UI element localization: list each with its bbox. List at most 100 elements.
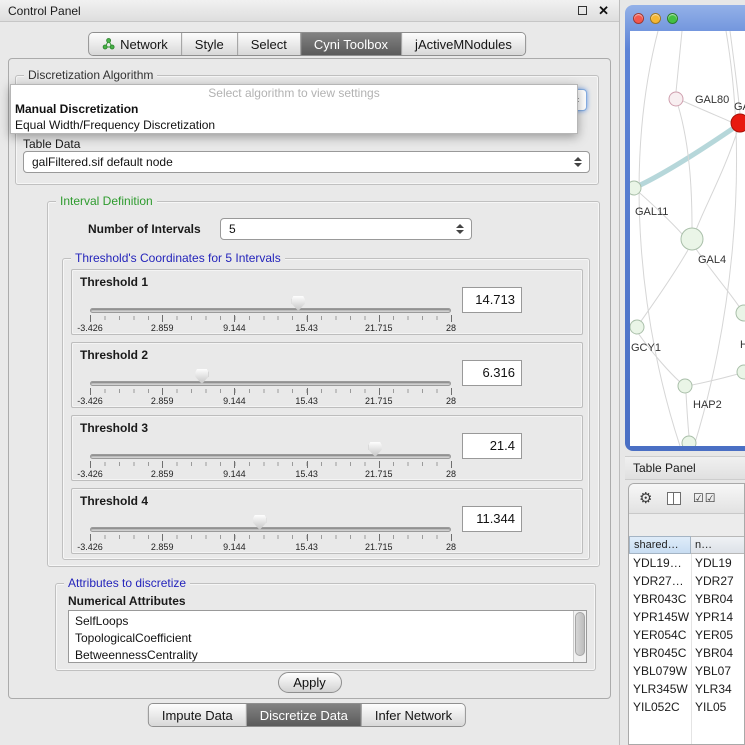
table-header-row: shared… n… xyxy=(629,536,745,554)
bottom-tab-bar: Impute Data Discretize Data Infer Networ… xyxy=(148,703,466,727)
table-cell-name[interactable]: YER05 xyxy=(691,626,745,644)
dropdown-option-manual-discretization[interactable]: Manual Discretization xyxy=(11,101,577,117)
dropdown-option-equal-width-frequency[interactable]: Equal Width/Frequency Discretization xyxy=(11,117,577,133)
table-row[interactable]: YBL079WYBL07 xyxy=(629,662,744,680)
tab-jactivemnodules[interactable]: jActiveMNodules xyxy=(401,33,525,55)
zoom-traffic-light-icon[interactable] xyxy=(667,13,678,24)
attribute-list-item[interactable]: TopologicalCoefficient xyxy=(69,630,572,647)
slider-tick-label: 28 xyxy=(429,323,473,333)
table-cell-shared-name[interactable]: YDR27… xyxy=(629,572,691,590)
table-cell-shared-name[interactable]: YBR045C xyxy=(629,644,691,662)
tab-cyni-toolbox[interactable]: Cyni Toolbox xyxy=(300,33,401,55)
tab-select[interactable]: Select xyxy=(237,33,300,55)
slider-tick-label: -3.426 xyxy=(68,323,112,333)
slider-tick-label: -3.426 xyxy=(68,396,112,406)
tab-discretize-data[interactable]: Discretize Data xyxy=(246,704,361,726)
threshold-value-field[interactable]: 14.713 xyxy=(462,287,522,313)
minimize-traffic-light-icon[interactable] xyxy=(650,13,661,24)
slider-track[interactable] xyxy=(90,308,451,313)
table-cell-shared-name[interactable]: YER054C xyxy=(629,626,691,644)
tab-style[interactable]: Style xyxy=(181,33,237,55)
attribute-list-item[interactable]: SelfLoops xyxy=(69,613,572,630)
slider-tick-label: 28 xyxy=(429,542,473,552)
column-header-name[interactable]: n… xyxy=(691,536,745,554)
table-columns-icon[interactable] xyxy=(667,492,681,505)
close-traffic-light-icon[interactable] xyxy=(633,13,644,24)
network-node[interactable] xyxy=(736,305,745,321)
spinner-value: 5 xyxy=(229,222,236,236)
table-cell-shared-name[interactable]: YBR043C xyxy=(629,590,691,608)
network-node[interactable] xyxy=(682,436,696,446)
table-panel-header: Table Panel xyxy=(625,456,745,480)
tab-network[interactable]: Network xyxy=(89,33,181,55)
table-cell-shared-name[interactable]: YLR345W xyxy=(629,680,691,698)
tab-label: Discretize Data xyxy=(260,708,348,723)
attribute-list-item[interactable]: BetweennessCentrality xyxy=(69,647,572,663)
slider-major-tick xyxy=(162,534,163,541)
table-cell-name[interactable]: YDL19 xyxy=(691,554,745,572)
column-header-shared-name[interactable]: shared… xyxy=(629,536,691,554)
table-row[interactable]: YBR045CYBR04 xyxy=(629,644,744,662)
float-window-icon[interactable] xyxy=(578,6,587,15)
select-checkboxes-icon[interactable]: ☑☑ xyxy=(693,491,717,505)
table-row[interactable]: YBR043CYBR04 xyxy=(629,590,744,608)
interval-definition-group: Interval Definition Number of Intervals … xyxy=(47,201,600,567)
table-panel-window: ⚙ ☑☑ shared… n… YDL19…YDL19YDR27…YDR27YB… xyxy=(628,483,745,745)
table-row[interactable]: YLR345WYLR34 xyxy=(629,680,744,698)
slider-major-tick xyxy=(379,388,380,395)
gear-icon[interactable]: ⚙ xyxy=(639,489,652,507)
scrollbar[interactable] xyxy=(573,611,586,662)
network-node[interactable] xyxy=(669,92,683,106)
network-canvas[interactable]: GAL80GAGAL11GAL4GCY1HAP2H xyxy=(630,31,745,446)
threshold-panel: Threshold 1-3.4262.8599.14415.4321.71528… xyxy=(71,269,583,335)
table-cell-name[interactable]: YPR14 xyxy=(691,608,745,626)
table-cell-name[interactable]: YDR27 xyxy=(691,572,745,590)
apply-button[interactable]: Apply xyxy=(278,672,342,693)
table-cell-name[interactable]: YBR04 xyxy=(691,590,745,608)
slider-track[interactable] xyxy=(90,527,451,532)
dropdown-placeholder-item[interactable]: Select algorithm to view settings xyxy=(11,85,577,101)
table-cell-shared-name[interactable]: YPR145W xyxy=(629,608,691,626)
table-cell-name[interactable]: YIL05 xyxy=(691,698,745,716)
table-body: YDL19…YDL19YDR27…YDR27YBR043CYBR04YPR145… xyxy=(629,554,744,744)
tab-infer-network[interactable]: Infer Network xyxy=(361,704,465,726)
scrollbar-thumb[interactable] xyxy=(575,612,585,656)
table-row[interactable]: YPR145WYPR14 xyxy=(629,608,744,626)
threshold-value-field[interactable]: 21.4 xyxy=(462,433,522,459)
table-row[interactable]: YDL19…YDL19 xyxy=(629,554,744,572)
slider-track[interactable] xyxy=(90,454,451,459)
table-row[interactable]: YDR27…YDR27 xyxy=(629,572,744,590)
table-row[interactable]: YIL052CYIL05 xyxy=(629,698,744,716)
table-cell-shared-name[interactable]: YBL079W xyxy=(629,662,691,680)
tab-label: Select xyxy=(251,37,287,52)
numerical-attributes-list[interactable]: SelfLoopsTopologicalCoefficientBetweenne… xyxy=(68,610,587,663)
network-node[interactable] xyxy=(630,320,644,334)
threshold-value-field[interactable]: 11.344 xyxy=(462,506,522,532)
table-cell-name[interactable]: YBL07 xyxy=(691,662,745,680)
slider-major-tick xyxy=(379,534,380,541)
slider-tick-label: 15.43 xyxy=(285,396,329,406)
number-of-intervals-spinner[interactable]: 5 xyxy=(220,218,472,240)
slider-track[interactable] xyxy=(90,381,451,386)
table-cell-shared-name[interactable]: YIL052C xyxy=(629,698,691,716)
network-node[interactable] xyxy=(731,114,745,132)
threshold-value-field[interactable]: 6.316 xyxy=(462,360,522,386)
close-icon[interactable]: ✕ xyxy=(598,3,609,19)
slider-major-tick xyxy=(90,315,91,322)
table-cell-name[interactable]: YLR34 xyxy=(691,680,745,698)
network-node[interactable] xyxy=(737,365,745,379)
tab-label: Cyni Toolbox xyxy=(314,37,388,52)
slider-major-tick xyxy=(307,315,308,322)
group-title: Discretization Algorithm xyxy=(24,68,157,82)
table-data-combobox[interactable]: galFiltered.sif default node xyxy=(23,151,590,173)
network-icon xyxy=(102,38,115,50)
network-node-label: GCY1 xyxy=(631,342,661,354)
spinner-arrows-icon xyxy=(456,224,464,234)
table-row[interactable]: YER054CYER05 xyxy=(629,626,744,644)
table-cell-shared-name[interactable]: YDL19… xyxy=(629,554,691,572)
network-node[interactable] xyxy=(678,379,692,393)
network-node[interactable] xyxy=(630,181,641,195)
tab-impute-data[interactable]: Impute Data xyxy=(149,704,246,726)
table-cell-name[interactable]: YBR04 xyxy=(691,644,745,662)
network-node[interactable] xyxy=(681,228,703,250)
